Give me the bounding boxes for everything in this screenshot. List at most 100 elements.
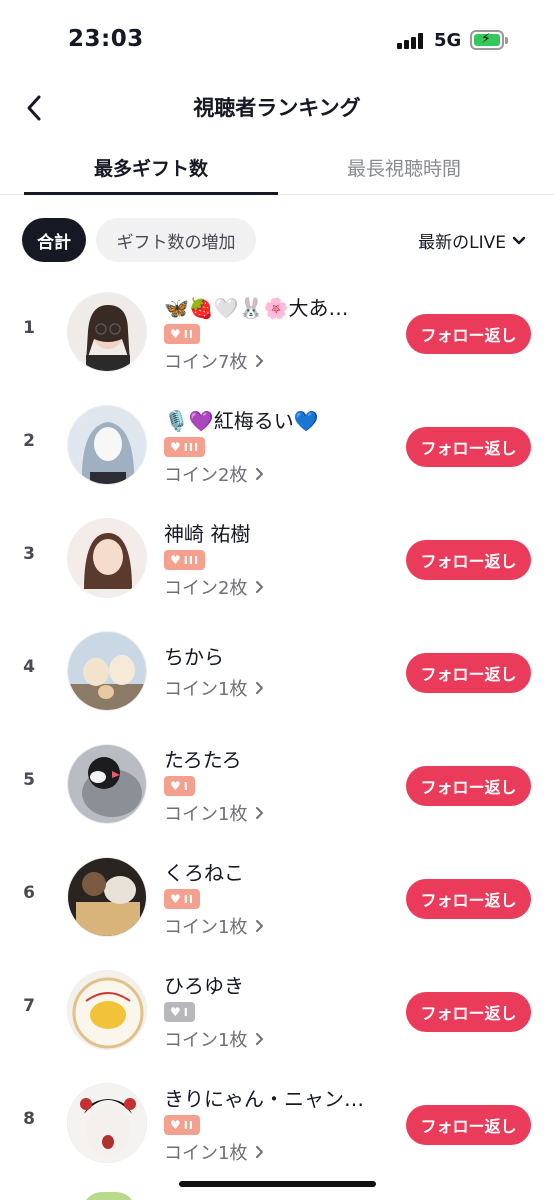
cellular-signal-icon — [397, 33, 427, 49]
viewer-name[interactable]: ちから — [164, 643, 396, 671]
viewer-info: ひろゆき ♥ I コイン1枚 — [164, 972, 396, 1052]
coin-count: コイン1枚 — [164, 679, 248, 700]
home-indicator[interactable] — [179, 1181, 376, 1187]
viewer-info: きりにゃん・ニャン… ♥ II コイン1枚 — [164, 1085, 396, 1165]
chevron-right-icon — [256, 682, 264, 694]
chevron-right-icon — [256, 581, 264, 593]
heart-icon: ♥ — [170, 779, 181, 793]
tab-most-gifts[interactable]: 最多ギフト数 — [24, 140, 278, 195]
heart-icon: ♥ — [170, 1118, 181, 1132]
viewer-info: 🦋🍓🤍🐰🌸大あ… ♥ II コイン7枚 — [164, 294, 396, 374]
chevron-right-icon — [256, 920, 264, 932]
avatar[interactable] — [67, 405, 147, 485]
ranking-row: 4 ちから コイン1枚 フォロー返し — [0, 617, 554, 730]
avatar[interactable] — [67, 631, 147, 711]
avatar[interactable] — [67, 744, 147, 824]
header: 視聴者ランキング — [0, 80, 554, 136]
rank-number: 4 — [23, 657, 35, 677]
ranking-row: 7 ひろゆき ♥ I コイン1枚 フォロー返し — [0, 956, 554, 1069]
badge-level: III — [183, 440, 200, 454]
coin-count-link[interactable]: コイン1枚 — [164, 913, 396, 939]
badge-level: II — [183, 892, 194, 906]
badge-level: I — [183, 779, 189, 793]
avatar[interactable] — [67, 857, 147, 937]
rank-number: 1 — [23, 318, 35, 338]
ranking-row: 8 きりにゃん・ニャン… ♥ II コイン1枚 フォロー返し — [0, 1069, 554, 1182]
viewer-info: 神崎 祐樹 ♥ III コイン2枚 — [164, 520, 396, 600]
ranking-row: 5 たろたろ ♥ I コイン1枚 フォロー返し — [0, 730, 554, 843]
heart-icon: ♥ — [170, 1005, 181, 1019]
badge-level: II — [183, 327, 194, 341]
avatar[interactable] — [67, 970, 147, 1050]
heart-icon: ♥ — [170, 440, 181, 454]
viewer-name[interactable]: 🦋🍓🤍🐰🌸大あ… — [164, 294, 396, 322]
coin-count: コイン1枚 — [164, 1030, 248, 1051]
coin-count: コイン1枚 — [164, 804, 248, 825]
viewer-info: くろねこ ♥ II コイン1枚 — [164, 859, 396, 939]
avatar[interactable] — [67, 292, 147, 372]
chevron-right-icon — [256, 1146, 264, 1158]
heart-icon: ♥ — [170, 553, 181, 567]
follow-back-button[interactable]: フォロー返し — [406, 427, 531, 467]
viewer-name[interactable]: くろねこ — [164, 859, 396, 887]
badge-level: I — [183, 1005, 189, 1019]
badge-level: II — [183, 1118, 194, 1132]
chevron-right-icon — [256, 1033, 264, 1045]
follow-back-button[interactable]: フォロー返し — [406, 540, 531, 580]
rank-number: 6 — [23, 883, 35, 903]
status-bar: 23:03 5G ⚡ — [0, 0, 554, 80]
avatar[interactable] — [82, 1192, 136, 1200]
filter-chip-gift-increase[interactable]: ギフト数の増加 — [96, 218, 256, 262]
viewer-name[interactable]: たろたろ — [164, 746, 396, 774]
ranking-row: 2 🎙️💜紅梅るい💙 ♥ III コイン2枚 フォロー返し — [0, 391, 554, 504]
coin-count-link[interactable]: コイン1枚 — [164, 1139, 396, 1165]
chevron-right-icon — [256, 468, 264, 480]
coin-count-link[interactable]: コイン7枚 — [164, 348, 396, 374]
avatar[interactable] — [67, 1083, 147, 1163]
coin-count: コイン1枚 — [164, 1143, 248, 1164]
fan-level-badge: ♥ III — [164, 550, 206, 570]
badge-level: III — [183, 553, 200, 567]
coin-count-link[interactable]: コイン1枚 — [164, 675, 396, 701]
heart-icon: ♥ — [170, 892, 181, 906]
filter-chip-total[interactable]: 合計 — [22, 218, 86, 262]
coin-count-link[interactable]: コイン1枚 — [164, 800, 396, 826]
coin-count-link[interactable]: コイン1枚 — [164, 1026, 396, 1052]
live-select-label: 最新のLIVE — [418, 233, 506, 253]
rank-number: 2 — [23, 431, 35, 451]
live-select-dropdown[interactable]: 最新のLIVE — [418, 228, 526, 253]
viewer-name[interactable]: 🎙️💜紅梅るい💙 — [164, 407, 396, 435]
viewer-name[interactable]: ひろゆき — [164, 972, 396, 1000]
follow-back-button[interactable]: フォロー返し — [406, 766, 531, 806]
tab-longest-watch-time[interactable]: 最長視聴時間 — [277, 140, 531, 194]
follow-back-button[interactable]: フォロー返し — [406, 653, 531, 693]
coin-count: コイン2枚 — [164, 578, 248, 599]
battery-tip — [505, 37, 508, 44]
viewer-name[interactable]: きりにゃん・ニャン… — [164, 1085, 396, 1113]
follow-back-button[interactable]: フォロー返し — [406, 314, 531, 354]
follow-back-button[interactable]: フォロー返し — [406, 1105, 531, 1145]
filter-bar: 合計 ギフト数の増加 最新のLIVE — [0, 216, 554, 264]
coin-count: コイン7枚 — [164, 352, 248, 373]
follow-back-button[interactable]: フォロー返し — [406, 879, 531, 919]
rank-number: 7 — [23, 996, 35, 1016]
status-time: 23:03 — [68, 26, 144, 52]
viewer-info: ちから コイン1枚 — [164, 643, 396, 701]
viewer-ranking-list: 1 🦋🍓🤍🐰🌸大あ… ♥ II コイン7枚 フォロー返し 2 🎙️💜紅梅るい💙 — [0, 278, 554, 1182]
avatar[interactable] — [67, 518, 147, 598]
follow-back-button[interactable]: フォロー返し — [406, 992, 531, 1032]
tab-bar: 最多ギフト数 最長視聴時間 — [0, 140, 554, 195]
coin-count-link[interactable]: コイン2枚 — [164, 461, 396, 487]
viewer-name[interactable]: 神崎 祐樹 — [164, 520, 396, 548]
viewer-info: たろたろ ♥ I コイン1枚 — [164, 746, 396, 826]
battery-icon: ⚡ — [470, 30, 504, 50]
fan-level-badge: ♥ II — [164, 324, 200, 344]
fan-level-badge: ♥ II — [164, 1115, 200, 1135]
network-type: 5G — [434, 30, 462, 51]
rank-number: 5 — [23, 770, 35, 790]
ranking-row: 3 神崎 祐樹 ♥ III コイン2枚 フォロー返し — [0, 504, 554, 617]
heart-icon: ♥ — [170, 327, 181, 341]
viewer-info: 🎙️💜紅梅るい💙 ♥ III コイン2枚 — [164, 407, 396, 487]
coin-count-link[interactable]: コイン2枚 — [164, 574, 396, 600]
page-title: 視聴者ランキング — [193, 96, 361, 120]
